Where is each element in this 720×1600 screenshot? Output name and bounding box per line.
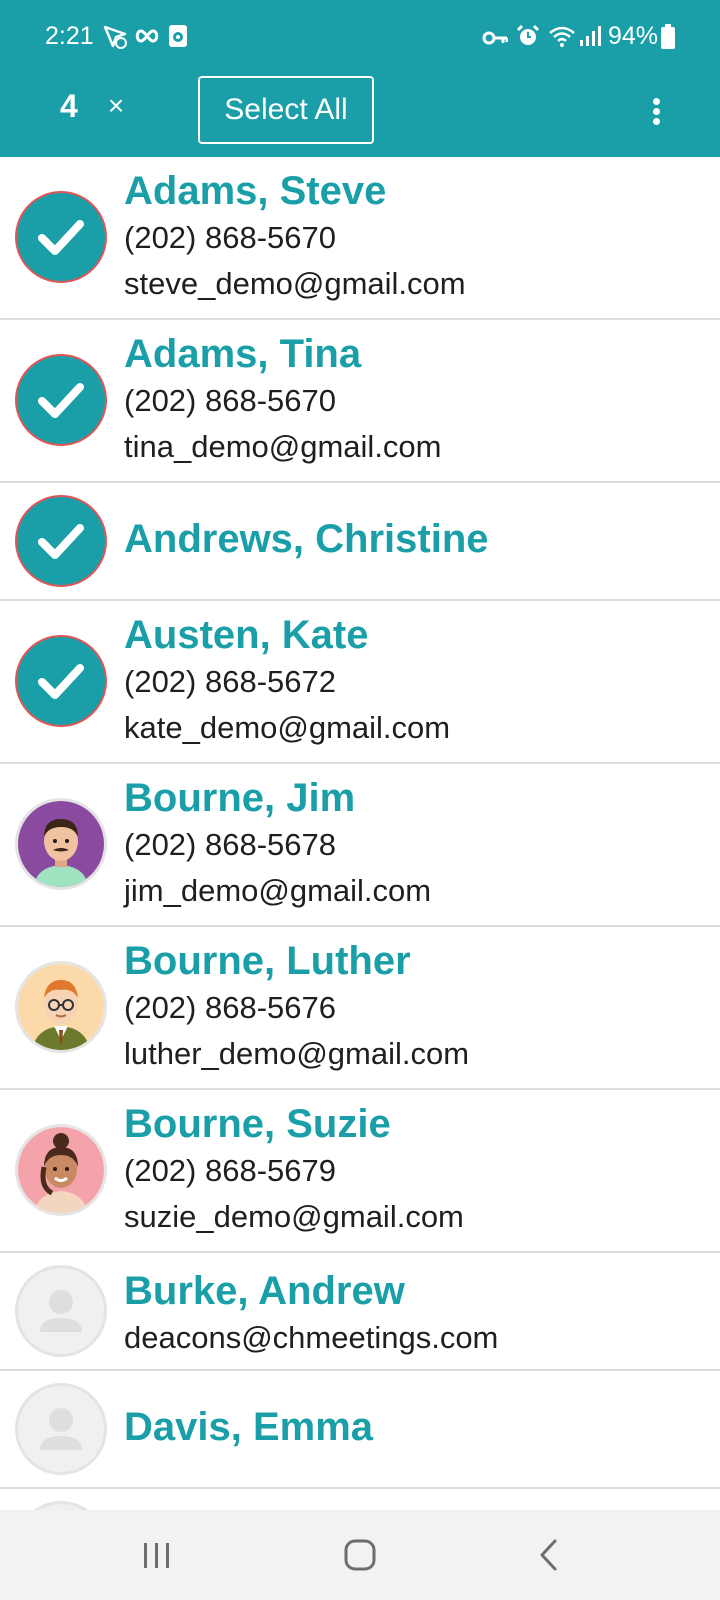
battery-percent: 94% bbox=[608, 22, 659, 50]
system-nav-bar bbox=[0, 1510, 720, 1600]
nav-arrow-icon bbox=[103, 25, 127, 49]
alarm-icon bbox=[516, 24, 540, 45]
selected-check-avatar[interactable] bbox=[15, 635, 107, 727]
contact-name: Adams, Tina bbox=[124, 332, 362, 376]
recent-apps-icon[interactable] bbox=[127, 1530, 187, 1580]
top-app-header: 2:21 94% 4 × Select All bbox=[0, 0, 720, 157]
check-icon bbox=[38, 664, 84, 699]
selected-count: 4 bbox=[60, 88, 78, 124]
contact-email: steve_demo@gmail.com bbox=[124, 266, 466, 301]
contact-name: Bourne, Jim bbox=[124, 776, 356, 820]
selected-check-avatar[interactable] bbox=[15, 354, 107, 446]
contact-row[interactable]: Adams, Tina (202) 868-5670 tina_demo@gma… bbox=[0, 320, 720, 483]
contact-name: Burke, Andrew bbox=[124, 1269, 405, 1313]
contact-name: Andrews, Christine bbox=[124, 517, 489, 561]
contact-row[interactable]: Bourne, Luther (202) 868-5676 luther_dem… bbox=[0, 927, 720, 1090]
contact-row[interactable]: Davis, Emma bbox=[0, 1371, 720, 1489]
contact-email: tina_demo@gmail.com bbox=[124, 429, 442, 464]
contact-name: Bourne, Luther bbox=[124, 939, 411, 983]
contact-name: Davis, Emma bbox=[124, 1405, 374, 1449]
contact-email: jim_demo@gmail.com bbox=[124, 873, 432, 908]
contact-phone: (202) 868-5678 bbox=[124, 827, 336, 862]
wifi-icon bbox=[549, 26, 575, 47]
contact-phone: (202) 868-5670 bbox=[124, 383, 336, 418]
key-icon bbox=[482, 31, 508, 45]
contact-list: Adams, Steve (202) 868-5670 steve_demo@g… bbox=[0, 157, 720, 1593]
placeholder-avatar[interactable] bbox=[15, 1383, 107, 1475]
check-icon bbox=[38, 383, 84, 418]
avatar-image bbox=[18, 964, 104, 1050]
selected-check-avatar[interactable] bbox=[15, 191, 107, 283]
placeholder-avatar[interactable] bbox=[15, 1265, 107, 1357]
contact-row[interactable]: Andrews, Christine bbox=[0, 483, 720, 601]
contact-row[interactable]: Austen, Kate (202) 868-5672 kate_demo@gm… bbox=[0, 601, 720, 764]
contact-row[interactable]: Burke, Andrew deacons@chmeetings.com bbox=[0, 1253, 720, 1371]
avatar-image bbox=[18, 801, 104, 887]
man-mustache-avatar[interactable] bbox=[15, 798, 107, 890]
home-icon[interactable] bbox=[330, 1530, 390, 1580]
selection-toolbar: 4 × Select All bbox=[0, 76, 720, 157]
app-badge-icon bbox=[169, 25, 187, 47]
battery-icon bbox=[661, 24, 675, 49]
contact-row[interactable]: Bourne, Jim (202) 868-5678 jim_demo@gmai… bbox=[0, 764, 720, 927]
contact-name: Austen, Kate bbox=[124, 613, 369, 657]
contact-email: suzie_demo@gmail.com bbox=[124, 1199, 464, 1234]
check-icon bbox=[38, 524, 84, 559]
woman-avatar[interactable] bbox=[15, 1124, 107, 1216]
contact-email: deacons@chmeetings.com bbox=[124, 1320, 499, 1355]
contact-phone: (202) 868-5672 bbox=[124, 664, 336, 699]
contact-phone: (202) 868-5676 bbox=[124, 990, 336, 1025]
person-placeholder-icon bbox=[40, 1408, 82, 1450]
contact-phone: (202) 868-5670 bbox=[124, 220, 336, 255]
signal-icon bbox=[580, 26, 601, 46]
person-placeholder-icon bbox=[40, 1290, 82, 1332]
status-bar: 2:21 94% bbox=[0, 0, 720, 76]
man-glasses-avatar[interactable] bbox=[15, 961, 107, 1053]
select-all-button[interactable]: Select All bbox=[198, 76, 374, 144]
contact-row[interactable]: Bourne, Suzie (202) 868-5679 suzie_demo@… bbox=[0, 1090, 720, 1253]
avatar-image bbox=[18, 1127, 104, 1213]
status-time: 2:21 bbox=[45, 22, 94, 50]
contact-email: luther_demo@gmail.com bbox=[124, 1036, 470, 1071]
selected-check-avatar[interactable] bbox=[15, 495, 107, 587]
contact-name: Adams, Steve bbox=[124, 169, 387, 213]
more-vert-icon[interactable] bbox=[640, 84, 672, 134]
contact-name: Bourne, Suzie bbox=[124, 1102, 391, 1146]
contact-phone: (202) 868-5679 bbox=[124, 1153, 336, 1188]
close-selection-button[interactable]: × bbox=[100, 86, 132, 126]
back-icon[interactable] bbox=[520, 1530, 580, 1580]
infinity-icon bbox=[135, 29, 159, 43]
check-icon bbox=[38, 220, 84, 255]
contact-email: kate_demo@gmail.com bbox=[124, 710, 451, 745]
contact-row[interactable]: Adams, Steve (202) 868-5670 steve_demo@g… bbox=[0, 157, 720, 320]
